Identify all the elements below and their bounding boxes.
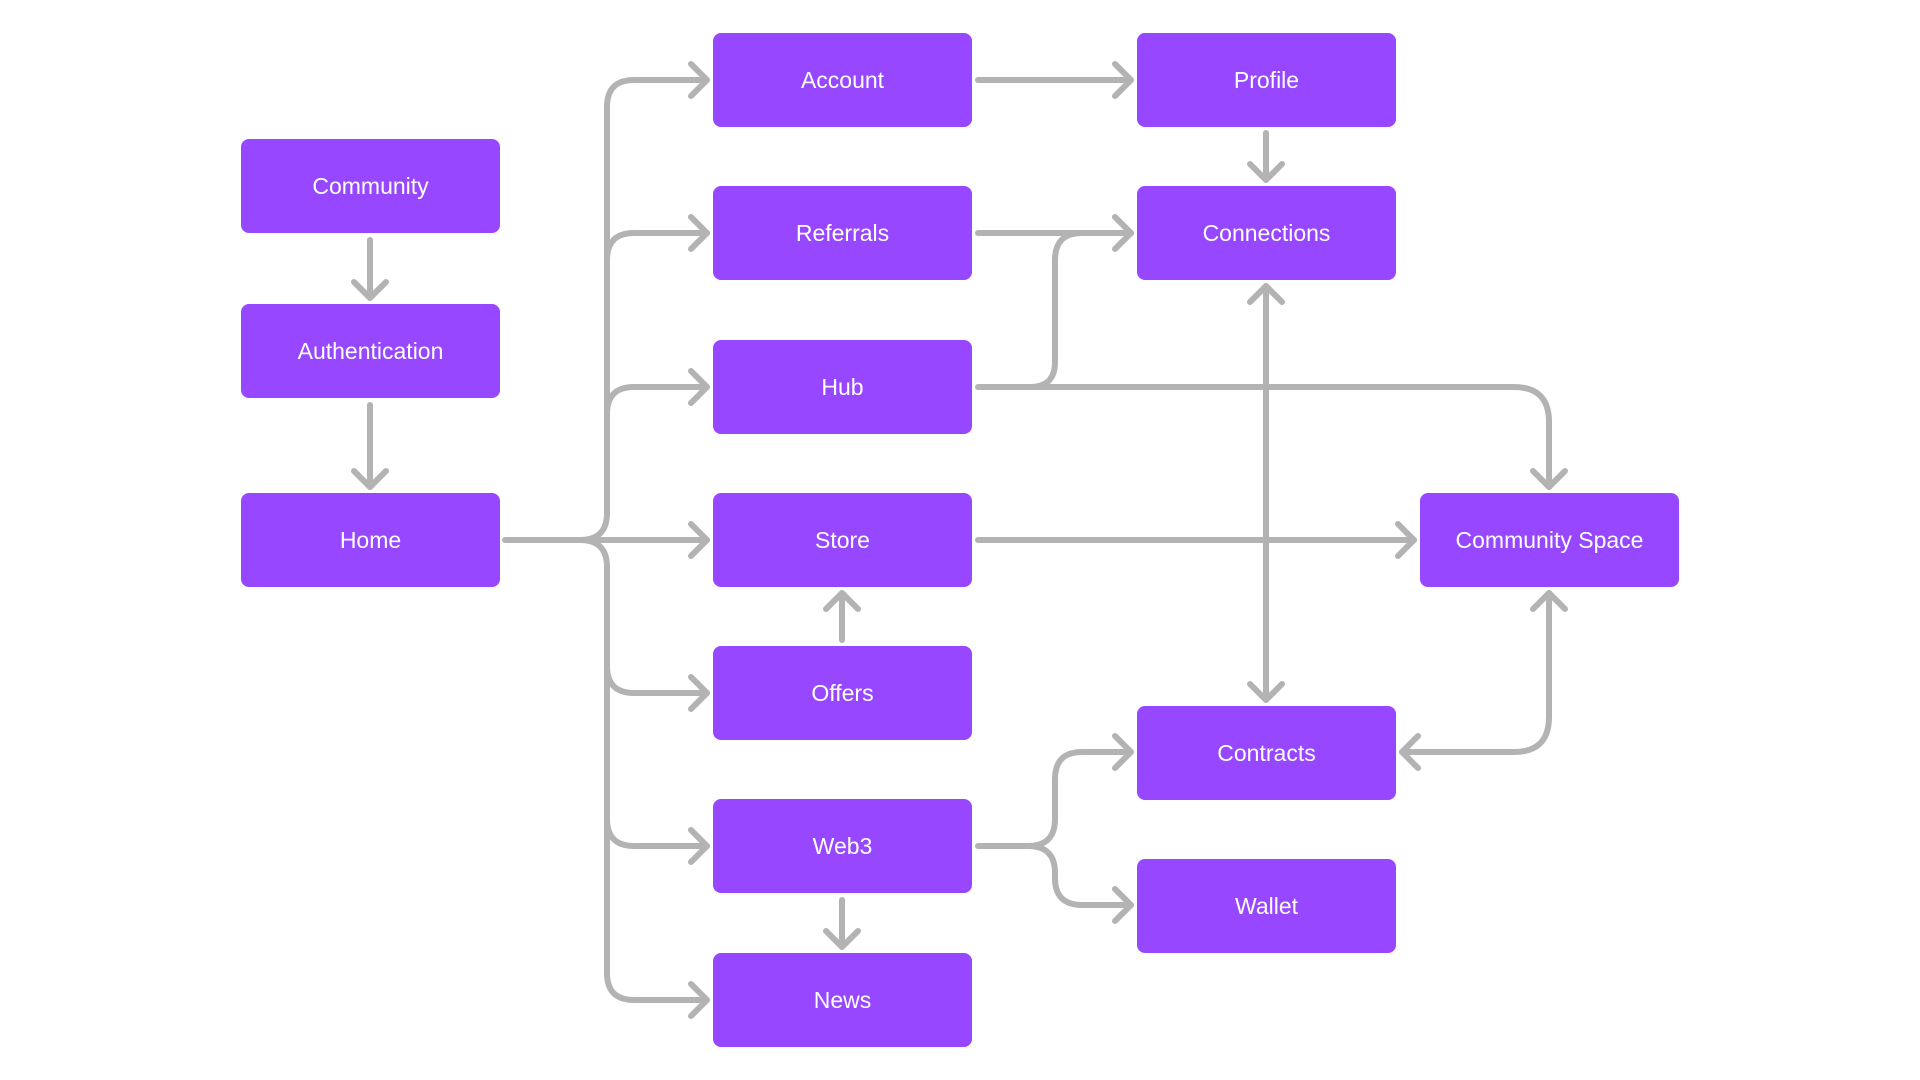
node-label: Authentication (297, 337, 444, 364)
node-label: Account (800, 66, 885, 93)
node-news[interactable]: News (713, 953, 972, 1047)
node-label: Hub (821, 373, 864, 400)
node-offers[interactable]: Offers (713, 646, 972, 740)
node-label: Community Space (1455, 526, 1644, 553)
node-label: Wallet (1234, 892, 1299, 919)
node-contracts[interactable]: Contracts (1137, 706, 1396, 800)
edge-home-trunk-down (577, 537, 710, 1003)
node-label: Store (815, 526, 870, 553)
node-community-space[interactable]: Community Space (1420, 493, 1679, 587)
edge-web3-contracts (975, 749, 1134, 849)
node-authentication[interactable]: Authentication (241, 304, 500, 398)
node-label: Home (339, 526, 402, 553)
node-profile[interactable]: Profile (1137, 33, 1396, 127)
node-home[interactable]: Home (241, 493, 500, 587)
node-label: Community (312, 172, 429, 199)
node-referrals[interactable]: Referrals (713, 186, 972, 280)
edge-hub-connections (1027, 230, 1134, 390)
node-account[interactable]: Account (713, 33, 972, 127)
edge-contracts-community-space (1399, 590, 1552, 755)
node-label: News (813, 986, 872, 1013)
node-web3[interactable]: Web3 (713, 799, 972, 893)
node-store[interactable]: Store (713, 493, 972, 587)
node-label: Profile (1233, 66, 1300, 93)
node-label: Offers (811, 679, 874, 706)
node-connections[interactable]: Connections (1137, 186, 1396, 280)
node-label: Referrals (795, 219, 890, 246)
edge-web3-wallet (1025, 843, 1134, 908)
node-label: Contracts (1217, 739, 1316, 766)
node-community[interactable]: Community (241, 139, 500, 233)
node-label: Connections (1202, 219, 1331, 246)
node-label: Web3 (812, 832, 873, 859)
node-wallet[interactable]: Wallet (1137, 859, 1396, 953)
node-hub[interactable]: Hub (713, 340, 972, 434)
edge-home-trunk-up (577, 77, 710, 543)
